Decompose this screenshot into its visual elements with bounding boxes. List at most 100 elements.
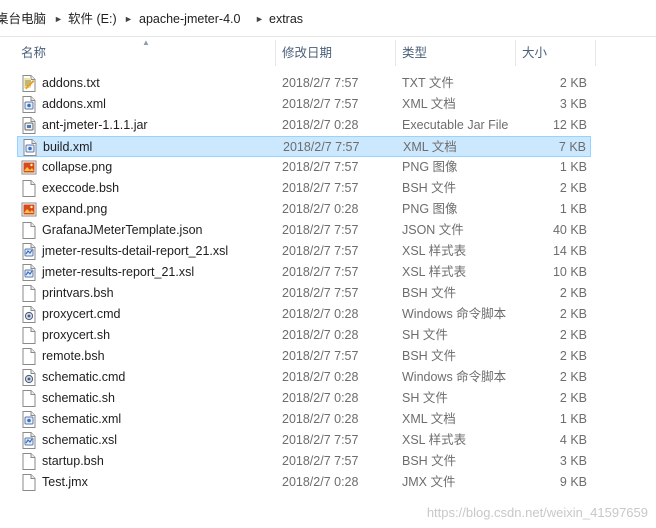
image-file-icon — [21, 201, 37, 218]
file-size: 1 KB — [559, 160, 587, 174]
blank-file-icon — [21, 474, 37, 491]
breadcrumb: 桌台电脑 ► 软件 (E:) ► apache-jmeter-4.0 ► ext… — [0, 0, 656, 37]
file-size: 1 KB — [559, 202, 587, 216]
file-name: addons.txt — [42, 76, 100, 90]
file-modified-date: 2018/2/7 0:28 — [282, 202, 359, 216]
xsl-file-icon — [21, 432, 37, 449]
file-row[interactable]: jmeter-results-report_21.xsl 2018/2/7 7:5… — [17, 262, 591, 283]
file-modified-date: 2018/2/7 7:57 — [282, 349, 359, 363]
breadcrumb-item-drive[interactable]: 软件 (E:) — [68, 10, 117, 28]
file-name: jmeter-results-detail-report_21.xsl — [42, 244, 229, 258]
file-modified-date: 2018/2/7 7:57 — [282, 160, 359, 174]
file-size: 2 KB — [559, 391, 587, 405]
jar-file-icon — [21, 117, 37, 134]
file-size: 14 KB — [552, 244, 587, 258]
file-row[interactable]: proxycert.cmd 2018/2/7 0:28 Windows 命令脚本 2 … — [17, 304, 591, 325]
breadcrumb-separator-icon[interactable]: ► — [255, 10, 264, 28]
file-size: 2 KB — [559, 76, 587, 90]
file-row[interactable]: build.xml 2018/2/7 7:57 XML 文档 7 KB — [17, 136, 591, 157]
file-size: 2 KB — [559, 286, 587, 300]
file-row[interactable]: GrafanaJMeterTemplate.json 2018/2/7 7:57 J… — [17, 220, 591, 241]
file-name: Test.jmx — [42, 475, 88, 489]
column-header-type[interactable]: 类型 — [402, 38, 427, 68]
file-row[interactable]: schematic.xml 2018/2/7 0:28 XML 文档 1 KB — [17, 409, 591, 430]
file-row[interactable]: schematic.sh 2018/2/7 0:28 SH 文件 2 KB — [17, 388, 591, 409]
file-modified-date: 2018/2/7 7:57 — [282, 454, 359, 468]
file-modified-date: 2018/2/7 7:57 — [283, 140, 360, 154]
breadcrumb-item-extras[interactable]: extras — [269, 10, 303, 28]
file-row[interactable]: schematic.xsl 2018/2/7 7:57 XSL 样式表 4 KB — [17, 430, 591, 451]
file-size: 2 KB — [559, 328, 587, 342]
column-header-size[interactable]: 大小 — [522, 38, 547, 68]
file-row[interactable]: Test.jmx 2018/2/7 0:28 JMX 文件 9 KB — [17, 472, 591, 493]
blank-file-icon — [21, 285, 37, 302]
file-size: 3 KB — [559, 97, 587, 111]
file-size: 12 KB — [552, 118, 587, 132]
column-divider[interactable] — [515, 40, 516, 66]
column-header-name[interactable]: 名称 — [21, 38, 46, 68]
file-type: XML 文档 — [403, 140, 457, 154]
file-row[interactable]: printvars.bsh 2018/2/7 7:57 BSH 文件 2 KB — [17, 283, 591, 304]
file-row[interactable]: jmeter-results-detail-report_21.xsl 2018/… — [17, 241, 591, 262]
file-type: Windows 命令脚本 — [402, 307, 507, 321]
xml-file-icon — [22, 139, 38, 156]
file-type: SH 文件 — [402, 391, 448, 405]
xsl-file-icon — [21, 264, 37, 281]
file-type: SH 文件 — [402, 328, 448, 342]
column-divider[interactable] — [395, 40, 396, 66]
file-size: 2 KB — [559, 307, 587, 321]
file-row[interactable]: addons.xml 2018/2/7 7:57 XML 文档 3 KB — [17, 94, 591, 115]
file-type: XSL 样式表 — [402, 433, 467, 447]
file-row[interactable]: ant-jmeter-1.1.1.jar 2018/2/7 0:28 Executa… — [17, 115, 591, 136]
file-name: schematic.cmd — [42, 370, 126, 384]
cmd-file-icon — [21, 306, 37, 323]
file-row[interactable]: schematic.cmd 2018/2/7 0:28 Windows 命令脚本 2 … — [17, 367, 591, 388]
column-header-bar: 名称 ▲ 修改日期 类型 大小 — [0, 38, 656, 68]
txt-file-icon — [21, 75, 37, 92]
file-modified-date: 2018/2/7 0:28 — [282, 307, 359, 321]
file-size: 9 KB — [559, 475, 587, 489]
file-modified-date: 2018/2/7 7:57 — [282, 76, 359, 90]
file-row[interactable]: collapse.png 2018/2/7 7:57 PNG 图像 1 KB — [17, 157, 591, 178]
file-name: printvars.bsh — [42, 286, 114, 300]
watermark-text: https://blog.csdn.net/weixin_41597659 — [426, 505, 648, 520]
file-name: execcode.bsh — [42, 181, 120, 195]
image-file-icon — [21, 159, 37, 176]
file-type: BSH 文件 — [402, 286, 457, 300]
file-type: JSON 文件 — [402, 223, 464, 237]
file-type: PNG 图像 — [402, 160, 458, 174]
file-row[interactable]: execcode.bsh 2018/2/7 7:57 BSH 文件 2 KB — [17, 178, 591, 199]
breadcrumb-item-computer[interactable]: 桌台电脑 — [0, 10, 46, 28]
breadcrumb-separator-icon[interactable]: ► — [124, 10, 133, 28]
file-modified-date: 2018/2/7 7:57 — [282, 97, 359, 111]
file-name: proxycert.cmd — [42, 307, 121, 321]
file-type: Executable Jar File — [402, 118, 509, 132]
file-modified-date: 2018/2/7 7:57 — [282, 286, 359, 300]
file-name: schematic.xsl — [42, 433, 118, 447]
file-type: XML 文档 — [402, 97, 456, 111]
blank-file-icon — [21, 180, 37, 197]
file-type: PNG 图像 — [402, 202, 458, 216]
column-header-date[interactable]: 修改日期 — [282, 38, 332, 68]
file-modified-date: 2018/2/7 7:57 — [282, 265, 359, 279]
file-name: remote.bsh — [42, 349, 105, 363]
file-size: 4 KB — [559, 433, 587, 447]
breadcrumb-separator-icon[interactable]: ► — [54, 10, 63, 28]
file-type: BSH 文件 — [402, 181, 457, 195]
file-type: XSL 样式表 — [402, 265, 467, 279]
sort-ascending-icon: ▲ — [142, 38, 150, 47]
xml-file-icon — [21, 411, 37, 428]
file-row[interactable]: expand.png 2018/2/7 0:28 PNG 图像 1 KB — [17, 199, 591, 220]
column-divider[interactable] — [275, 40, 276, 66]
file-row[interactable]: startup.bsh 2018/2/7 7:57 BSH 文件 3 KB — [17, 451, 591, 472]
file-row[interactable]: remote.bsh 2018/2/7 7:57 BSH 文件 2 KB — [17, 346, 591, 367]
blank-file-icon — [21, 222, 37, 239]
file-name: GrafanaJMeterTemplate.json — [42, 223, 203, 237]
column-divider[interactable] — [595, 40, 596, 66]
cmd-file-icon — [21, 369, 37, 386]
file-name: addons.xml — [42, 97, 106, 111]
file-modified-date: 2018/2/7 7:57 — [282, 433, 359, 447]
file-row[interactable]: addons.txt 2018/2/7 7:57 TXT 文件 2 KB — [17, 73, 591, 94]
file-row[interactable]: proxycert.sh 2018/2/7 0:28 SH 文件 2 KB — [17, 325, 591, 346]
breadcrumb-item-jmeter[interactable]: apache-jmeter-4.0 — [139, 10, 240, 28]
